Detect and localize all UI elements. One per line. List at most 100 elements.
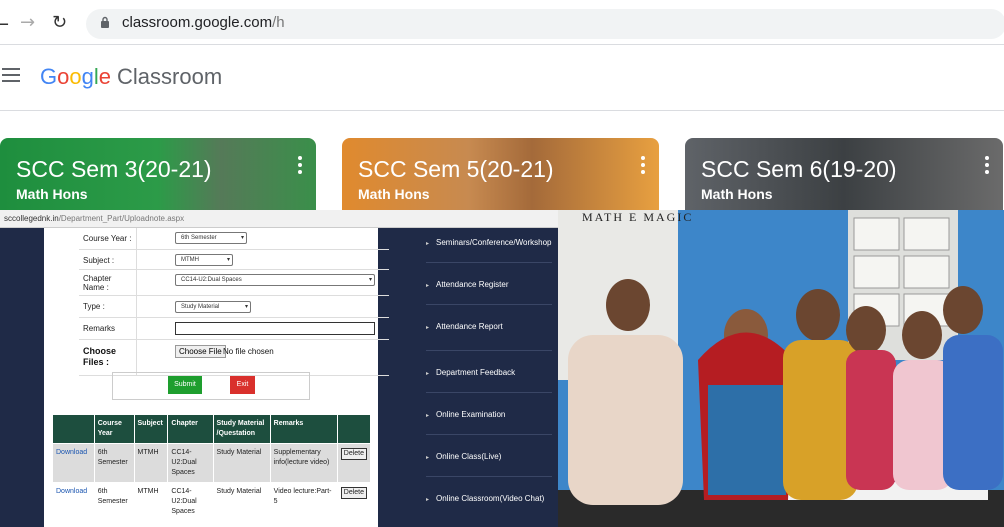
- logo-product-name: Classroom: [117, 64, 223, 89]
- arrow-right-icon: ▸: [426, 371, 430, 377]
- logo-letter: o: [69, 64, 82, 89]
- table-cell: MTMH: [133, 482, 169, 523]
- form-row-subject: Subject : MTMH ▾: [79, 250, 389, 270]
- table-cell: Video lecture:Part-5: [269, 482, 338, 523]
- subject-label: Subject :: [83, 256, 115, 265]
- form-row-type: Type : Study Material ▾: [79, 296, 389, 318]
- table-cell: Study Material: [212, 482, 271, 523]
- inner-url-host: sccollegednk.in: [4, 214, 59, 223]
- chapter-label: Chapter Name :: [83, 274, 112, 292]
- table-cell: CC14-U2:Dual Spaces: [167, 482, 214, 523]
- uploads-table: Course Year Subject Chapter Study Materi…: [52, 414, 372, 523]
- menu-divider: [426, 392, 552, 393]
- form-row-files: Choose Files : Choose File No file chosen: [79, 340, 389, 376]
- menu-item-label: Seminars/Conference/Workshop: [436, 238, 552, 247]
- table-cell: Supplementary info(lecture video): [269, 443, 338, 483]
- table-row: Download 6th Semester MTMH CC14-U2:Dual …: [52, 443, 372, 483]
- exit-button[interactable]: Exit: [230, 376, 255, 394]
- table-cell: Download: [52, 443, 95, 483]
- choose-files-label-line: Choose: [83, 346, 117, 356]
- delete-button[interactable]: Delete: [340, 487, 367, 499]
- arrow-right-icon: ▸: [426, 241, 430, 247]
- hamburger-menu-icon[interactable]: [2, 68, 20, 82]
- type-select[interactable]: Study Material ▾: [175, 301, 251, 313]
- arrow-right-icon: ▸: [426, 283, 430, 289]
- logo-letter: e: [98, 64, 112, 89]
- column-header: Course Year: [93, 414, 135, 444]
- form-row-course-year: Course Year : 6th Semester ▾: [79, 228, 389, 250]
- course-year-value: 6th Semester: [181, 235, 217, 241]
- menu-divider: [426, 350, 552, 351]
- inner-url-path: /Department_Part/Uploadnote.aspx: [58, 214, 185, 223]
- subject-value: MTMH: [181, 257, 199, 263]
- class-card-subtitle: Math Hons: [358, 186, 430, 202]
- menu-divider: [426, 476, 552, 477]
- menu-item-label: Department Feedback: [436, 368, 516, 377]
- remarks-input[interactable]: [175, 322, 375, 335]
- class-card[interactable]: SCC Sem 3(20-21) Math Hons: [0, 138, 316, 210]
- url-host: classroom.google.com: [122, 14, 273, 31]
- address-bar-url[interactable]: classroom.google.com/h: [122, 14, 285, 31]
- submit-button[interactable]: Submit: [168, 376, 202, 394]
- table-cell: Delete: [336, 443, 372, 483]
- column-header: Chapter: [167, 414, 214, 444]
- menu-item-label: Attendance Report: [436, 322, 503, 331]
- reload-icon[interactable]: ↻: [52, 12, 67, 33]
- menu-item-label: Online Class(Live): [436, 452, 502, 461]
- google-classroom-logo[interactable]: Google Classroom: [40, 64, 222, 90]
- divider: [0, 110, 1004, 111]
- lock-icon: [101, 16, 109, 28]
- chevron-down-icon: ▾: [226, 257, 230, 263]
- class-card-subtitle: Math Hons: [701, 186, 773, 202]
- chevron-down-icon: ▾: [244, 304, 248, 310]
- logo-letter: g: [81, 64, 94, 89]
- arrow-right-icon: ▸: [426, 497, 430, 503]
- chevron-down-icon: ▾: [240, 235, 244, 241]
- remarks-label: Remarks: [83, 324, 116, 333]
- more-options-icon[interactable]: [298, 156, 302, 177]
- class-card-title[interactable]: SCC Sem 3(20-21): [16, 156, 212, 183]
- logo-letter: o: [57, 64, 70, 89]
- class-card-title[interactable]: SCC Sem 6(19-20): [701, 156, 897, 183]
- subject-select[interactable]: MTMH ▾: [175, 254, 233, 266]
- choose-files-label-line: Files :: [83, 357, 110, 367]
- arrow-right-icon: ▸: [426, 413, 430, 419]
- type-label: Type :: [83, 302, 105, 311]
- column-header: Study Material /Questation: [212, 414, 271, 444]
- column-header: Subject: [133, 414, 169, 444]
- class-card-subtitle: Math Hons: [16, 186, 88, 202]
- column-header: [52, 414, 95, 444]
- choose-files-label: Choose Files :: [83, 346, 116, 368]
- menu-divider: [426, 304, 552, 305]
- chevron-down-icon: ▾: [368, 277, 372, 283]
- table-cell: Delete: [336, 482, 372, 523]
- course-year-select[interactable]: 6th Semester ▾: [175, 232, 247, 244]
- table-cell: MTMH: [133, 443, 169, 483]
- table-cell: Study Material: [212, 443, 271, 483]
- logo-letter: G: [40, 64, 58, 89]
- table-row: Download 6th Semester MTMH CC14-U2:Dual …: [52, 482, 372, 523]
- column-header: Remarks: [269, 414, 338, 444]
- download-link[interactable]: Download: [56, 488, 87, 495]
- more-options-icon[interactable]: [985, 156, 989, 177]
- choose-file-button[interactable]: Choose File: [175, 345, 226, 358]
- upload-note-screenshot: sccollegednk.in/Department_Part/Uploadno…: [0, 210, 558, 527]
- delete-button[interactable]: Delete: [340, 448, 367, 460]
- chapter-value: CC14-U2:Dual Spaces: [181, 277, 242, 283]
- class-card[interactable]: SCC Sem 6(19-20) Math Hons: [685, 138, 1003, 210]
- department-menu: ▸ Seminars/Conference/Workshop ▸ Attendanc…: [418, 228, 558, 527]
- table-cell: Download: [52, 482, 95, 523]
- menu-item-label: Online Examination: [436, 410, 506, 419]
- menu-item-label: Attendance Register: [436, 280, 509, 289]
- column-header: [336, 414, 372, 444]
- inner-url: sccollegednk.in/Department_Part/Uploadno…: [4, 214, 184, 223]
- chapter-select[interactable]: CC14-U2:Dual Spaces ▾: [175, 274, 375, 286]
- form-row-chapter: Chapter Name : CC14-U2:Dual Spaces ▾: [79, 270, 389, 296]
- class-card-title[interactable]: SCC Sem 5(20-21): [358, 156, 554, 183]
- more-options-icon[interactable]: [641, 156, 645, 177]
- type-value: Study Material: [181, 304, 220, 310]
- back-arrow-icon[interactable]: ←: [0, 14, 9, 35]
- forward-arrow-icon[interactable]: →: [20, 12, 35, 33]
- class-card[interactable]: SCC Sem 5(20-21) Math Hons: [342, 138, 659, 210]
- download-link[interactable]: Download: [56, 449, 87, 456]
